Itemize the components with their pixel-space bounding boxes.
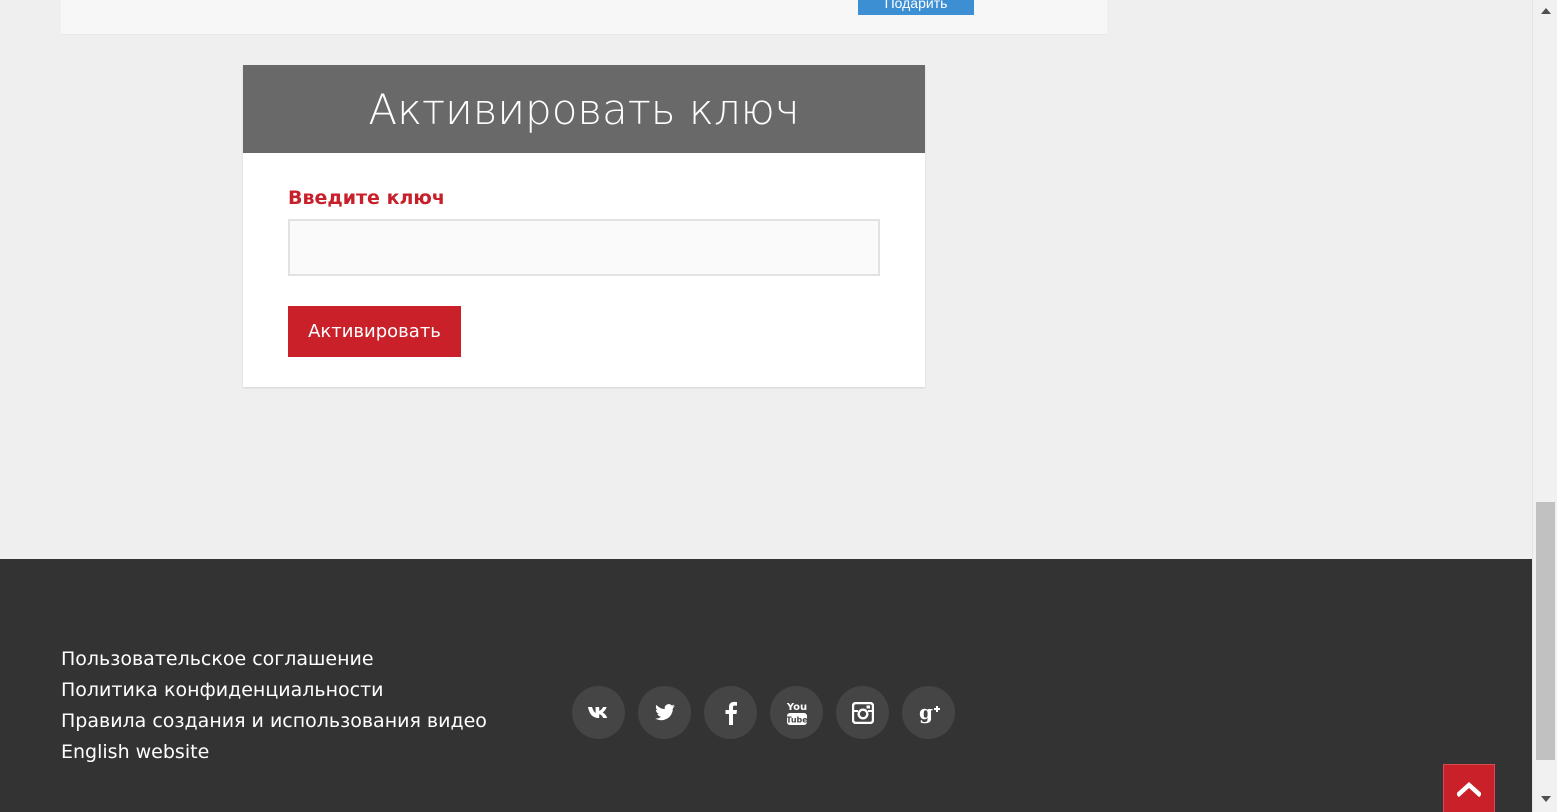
scroll-to-top-button[interactable] [1443,764,1495,812]
privacy-policy-link[interactable]: Политика конфиденциальности [61,679,384,701]
video-rules-link[interactable]: Правила создания и использования видео [61,710,487,732]
scrollbar-thumb[interactable] [1536,502,1555,760]
activate-button[interactable]: Активировать [288,306,461,357]
footer-link-item: Пользовательское соглашение [61,648,487,679]
footer: Пользовательское соглашение Политика кон… [0,559,1532,812]
scroll-down-arrow-icon[interactable] [1533,790,1557,807]
vk-icon[interactable] [572,686,625,739]
activate-key-card: Активировать ключ Введите ключ Активиров… [243,65,925,387]
gift-button[interactable]: Подарить [858,0,974,15]
card-header: Активировать ключ [243,65,925,153]
footer-link-item: Политика конфиденциальности [61,679,487,710]
svg-text:g: g [919,701,933,724]
footer-link-item: Правила создания и использования видео [61,710,487,741]
key-field-label: Введите ключ [288,187,445,209]
previous-card: Подарить [61,0,1107,35]
user-agreement-link[interactable]: Пользовательское соглашение [61,648,374,670]
page-scrollbar[interactable] [1532,0,1557,812]
twitter-icon[interactable] [638,686,691,739]
youtube-icon[interactable]: You Tube [770,686,823,739]
facebook-icon[interactable] [704,686,757,739]
instagram-icon[interactable] [836,686,889,739]
svg-text:You: You [785,702,806,713]
card-title: Активировать ключ [368,84,800,134]
english-website-link[interactable]: English website [61,741,209,763]
key-input[interactable] [288,219,880,276]
footer-link-item: English website [61,741,487,772]
scroll-up-arrow-icon[interactable] [1533,2,1557,19]
google-plus-icon[interactable]: g [902,686,955,739]
chevron-up-icon [1457,781,1481,797]
svg-text:Tube: Tube [786,715,808,724]
social-links: You Tube g [572,686,955,739]
footer-links: Пользовательское соглашение Политика кон… [61,648,487,772]
